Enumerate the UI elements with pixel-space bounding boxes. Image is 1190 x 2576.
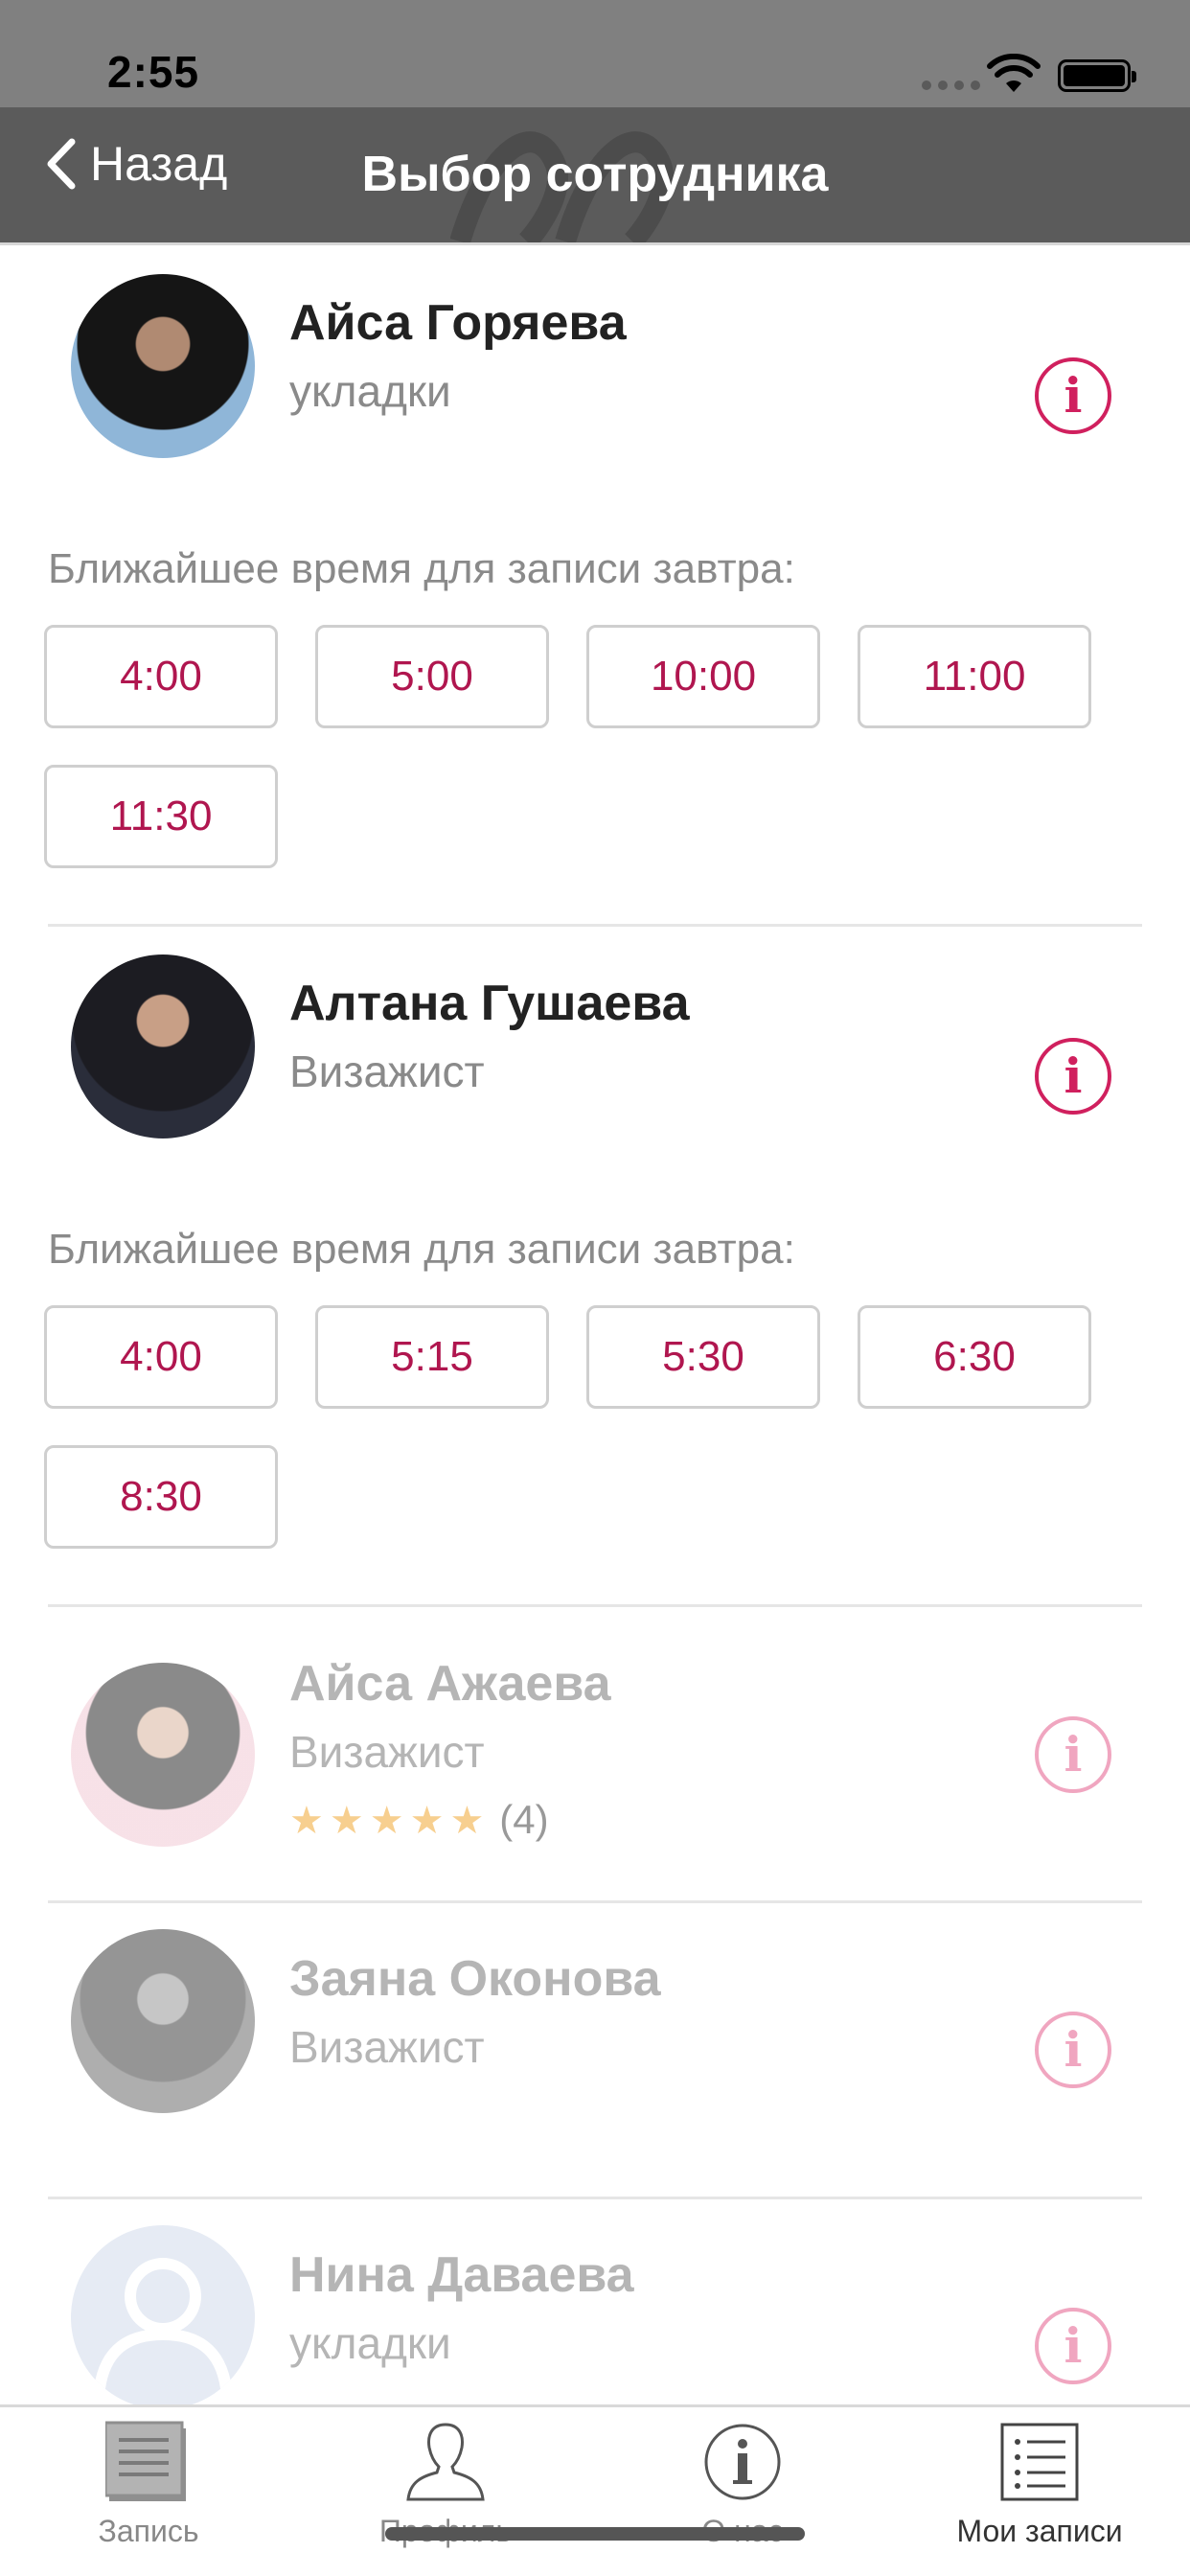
avatar <box>71 1663 255 1847</box>
info-button[interactable]: i <box>1035 2012 1111 2088</box>
nearest-time-label: Ближайшее время для записи завтра: <box>48 1226 795 1273</box>
employee-role: Визажист <box>289 1046 485 1096</box>
avatar <box>71 274 255 458</box>
status-bar: 2:55 <box>0 0 1190 107</box>
employee-name: Заяна Оконова <box>289 1951 661 2007</box>
signal-dots-icon <box>922 80 980 90</box>
nearest-time-label: Ближайшее время для записи завтра: <box>48 545 795 592</box>
info-button[interactable]: i <box>1035 357 1111 434</box>
divider <box>48 1604 1142 1607</box>
time-slot-button[interactable]: 11:30 <box>44 765 278 868</box>
home-indicator[interactable] <box>385 2527 805 2541</box>
info-button[interactable]: i <box>1035 1038 1111 1115</box>
time-slot-button[interactable]: 5:15 <box>315 1305 549 1409</box>
employee-list[interactable]: Айса Горяева укладки i Ближайшее время д… <box>0 248 1190 2404</box>
avatar <box>71 1929 255 2113</box>
time-slot-button[interactable]: 4:00 <box>44 625 278 728</box>
employee-role: укладки <box>289 2318 451 2368</box>
rating-count: (4) <box>499 1797 549 1842</box>
time-slot-button[interactable]: 10:00 <box>586 625 820 728</box>
time-slot-button[interactable]: 5:00 <box>315 625 549 728</box>
document-lines-icon <box>103 2421 186 2501</box>
time-slot-button[interactable]: 4:00 <box>44 1305 278 1409</box>
page-title-text: Выбор сотрудника <box>361 147 829 202</box>
star-rating-icon: ★★★★★ <box>289 1800 491 1842</box>
status-time: 2:55 <box>107 47 200 97</box>
list-icon <box>1000 2423 1079 2501</box>
page-title: Выбор сотрудника <box>0 146 1190 203</box>
employee-role: Визажист <box>289 1727 485 1777</box>
nav-bar: Назад Выбор сотрудника <box>0 107 1190 245</box>
person-placeholder-icon <box>94 2258 232 2390</box>
tab-bar: Запись Профиль О нас Мои записи <box>0 2404 1190 2576</box>
avatar-placeholder <box>71 2225 255 2404</box>
tab-label: Запись <box>98 2514 199 2548</box>
tab-my-bookings[interactable]: Мои записи <box>891 2421 1188 2549</box>
employee-name: Нина Даваева <box>289 2247 634 2303</box>
rating: ★★★★★ (4) <box>289 1797 549 1843</box>
wifi-icon <box>987 54 1041 92</box>
tab-booking[interactable]: Запись <box>0 2421 297 2549</box>
person-silhouette-icon <box>406 2423 485 2501</box>
employee-name: Айса Горяева <box>289 295 627 351</box>
divider <box>48 924 1142 927</box>
avatar <box>71 954 255 1138</box>
employee-role: укладки <box>289 366 451 416</box>
divider <box>48 1900 1142 1903</box>
info-button[interactable]: i <box>1035 2308 1111 2384</box>
time-slot-button[interactable]: 11:00 <box>858 625 1091 728</box>
time-slot-button[interactable]: 6:30 <box>858 1305 1091 1409</box>
time-slot-button[interactable]: 5:30 <box>586 1305 820 1409</box>
info-circle-icon <box>704 2424 781 2500</box>
divider <box>48 2196 1142 2199</box>
tab-label: Мои записи <box>956 2514 1123 2548</box>
info-button[interactable]: i <box>1035 1716 1111 1793</box>
employee-name: Айса Ажаева <box>289 1656 611 1712</box>
time-slot-button[interactable]: 8:30 <box>44 1445 278 1549</box>
employee-name: Алтана Гушаева <box>289 976 690 1031</box>
employee-role: Визажист <box>289 2022 485 2072</box>
battery-icon <box>1058 59 1136 92</box>
